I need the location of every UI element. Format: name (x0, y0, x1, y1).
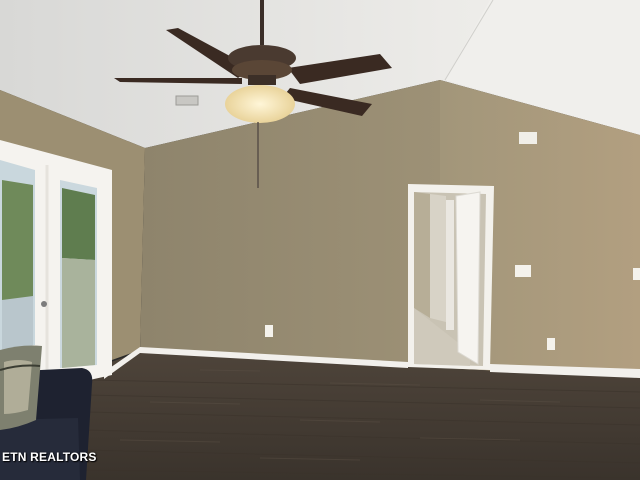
light-switch[interactable] (515, 265, 531, 277)
power-outlet[interactable] (633, 268, 640, 280)
power-outlet[interactable] (547, 338, 555, 350)
smoke-detector (519, 132, 537, 144)
interior-door[interactable] (455, 191, 481, 365)
room-photo: ETN REALTORS (0, 0, 640, 480)
door-handle[interactable] (41, 301, 47, 307)
watermark: ETN REALTORS (2, 450, 97, 464)
power-outlet[interactable] (265, 325, 273, 337)
room-illustration (0, 0, 640, 480)
fan-light-globe (225, 85, 295, 123)
doorway[interactable] (408, 184, 494, 370)
air-vent (175, 95, 199, 106)
